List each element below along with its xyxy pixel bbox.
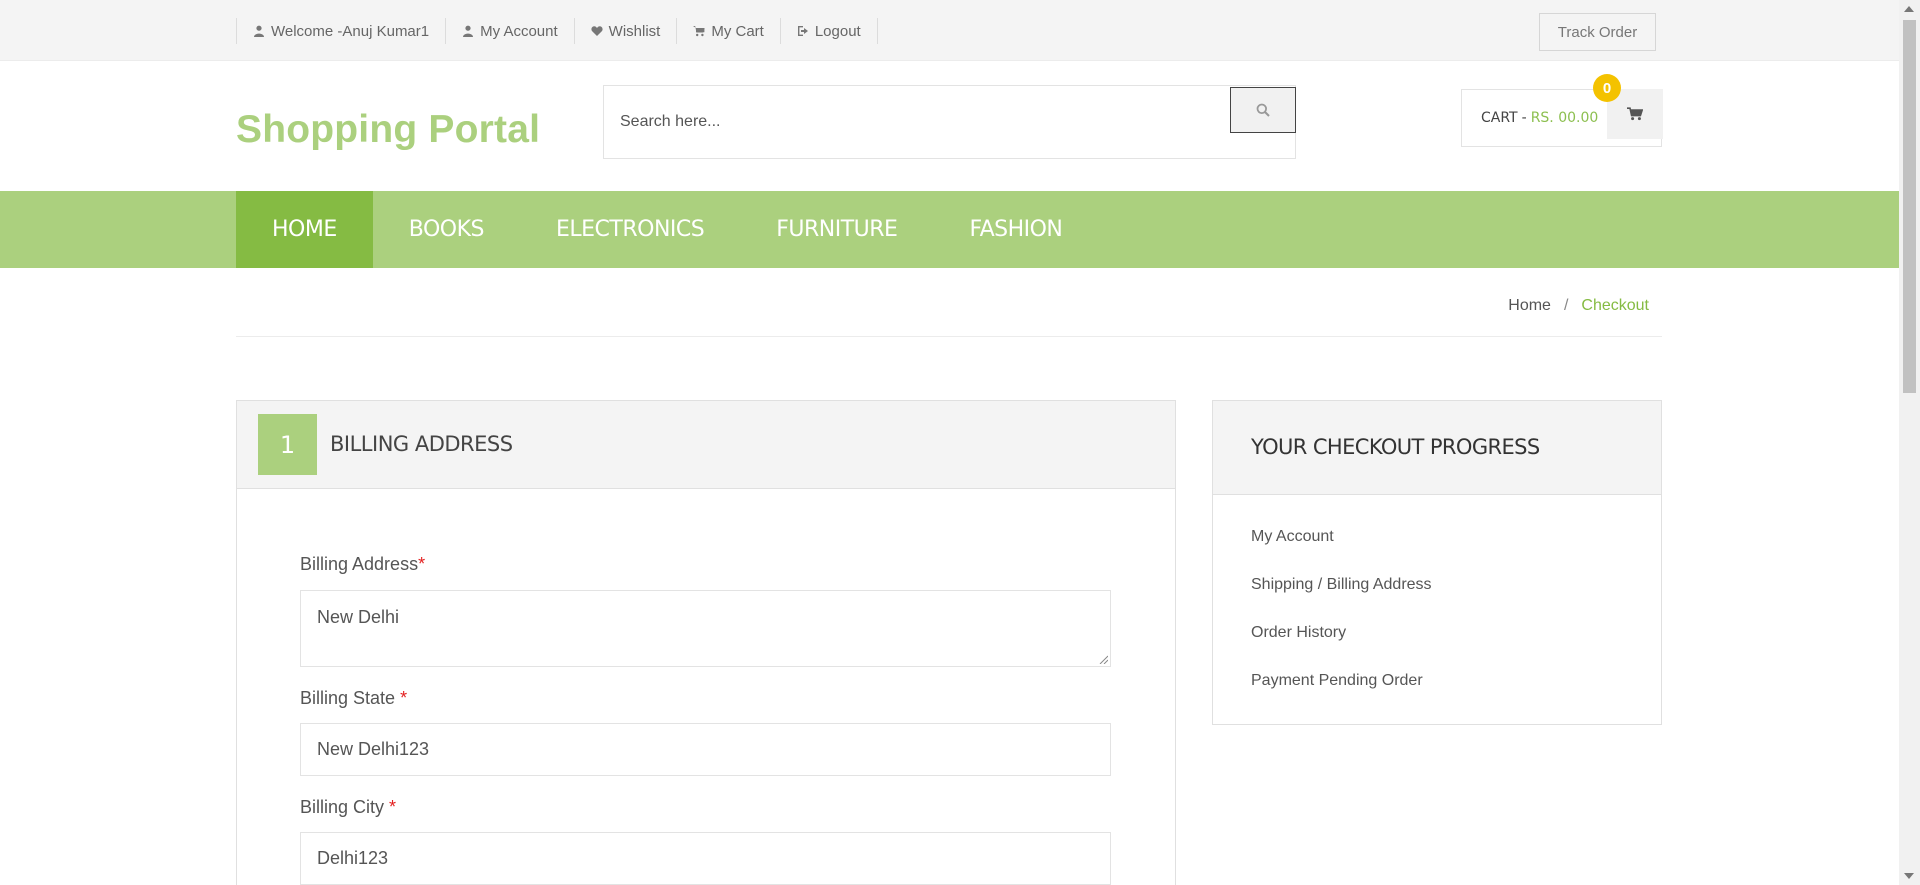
- wishlist-link[interactable]: Wishlist: [573, 18, 677, 44]
- required-marker: *: [418, 554, 426, 574]
- logout-link[interactable]: Logout: [779, 18, 878, 44]
- billing-address-value: New Delhi: [317, 607, 400, 627]
- progress-link-my-account[interactable]: My Account: [1251, 528, 1334, 546]
- search-box: [603, 85, 1296, 159]
- logout-icon: [797, 26, 808, 36]
- billing-city-value: Delhi123: [317, 848, 389, 868]
- billing-address-label: Billing Address*: [300, 554, 425, 575]
- my-account-link[interactable]: My Account: [445, 18, 574, 44]
- billing-city-input[interactable]: Delhi123: [300, 832, 1111, 885]
- user-icon: [463, 25, 474, 37]
- cart-icon: [1627, 107, 1643, 121]
- user-icon: [254, 25, 264, 37]
- checkout-progress-title: YOUR CHECKOUT PROGRESS: [1251, 435, 1540, 459]
- breadcrumb: Home / Checkout: [1508, 297, 1649, 315]
- top-links: Welcome -Anuj Kumar1 My Account Wishlist…: [236, 18, 878, 44]
- billing-state-value: New Delhi123: [317, 739, 430, 759]
- progress-link-shipping-billing[interactable]: Shipping / Billing Address: [1251, 576, 1432, 594]
- welcome-label: Welcome -Anuj Kumar1: [271, 22, 430, 40]
- billing-panel-header[interactable]: 1 BILLING ADDRESS: [237, 401, 1175, 489]
- top-bar: Welcome -Anuj Kumar1 My Account Wishlist…: [0, 0, 1899, 61]
- nav-item-home[interactable]: HOME: [236, 191, 373, 268]
- cart-count-badge: 0: [1593, 74, 1621, 102]
- scroll-up-icon[interactable]: [1904, 6, 1914, 12]
- welcome-link[interactable]: Welcome -Anuj Kumar1: [236, 18, 445, 44]
- breadcrumb-divider: [236, 336, 1662, 337]
- nav-item-fashion[interactable]: FASHION: [933, 191, 1098, 268]
- wishlist-label: Wishlist: [608, 22, 661, 40]
- logout-label: Logout: [814, 22, 861, 40]
- track-order-button[interactable]: Track Order: [1539, 13, 1656, 51]
- checkout-progress-header: YOUR CHECKOUT PROGRESS: [1213, 401, 1661, 495]
- my-cart-label: My Cart: [711, 22, 764, 40]
- breadcrumb-current: Checkout: [1581, 297, 1649, 314]
- billing-city-label: Billing City *: [300, 797, 396, 818]
- header-cart[interactable]: CART - RS. 00.00: [1461, 89, 1663, 147]
- site-logo[interactable]: Shopping Portal: [236, 108, 540, 152]
- billing-city-label-text: Billing City: [300, 797, 390, 817]
- resize-grip-icon[interactable]: [1099, 655, 1108, 664]
- billing-address-textarea[interactable]: New Delhi: [300, 590, 1111, 667]
- heart-icon: [591, 26, 603, 36]
- my-cart-link[interactable]: My Cart: [676, 18, 780, 44]
- search-button[interactable]: [1230, 87, 1296, 133]
- checkout-progress-panel: YOUR CHECKOUT PROGRESS My Account Shippi…: [1212, 400, 1662, 725]
- progress-link-payment-pending[interactable]: Payment Pending Order: [1251, 672, 1423, 690]
- required-marker: *: [400, 688, 408, 708]
- billing-state-label-text: Billing State: [300, 688, 401, 708]
- cart-icon: [693, 26, 705, 37]
- nav-item-electronics[interactable]: ELECTRONICS: [520, 191, 740, 268]
- search-icon: [1256, 103, 1270, 117]
- page-scrollbar[interactable]: [1899, 0, 1920, 885]
- my-account-label: My Account: [480, 22, 558, 40]
- search-input[interactable]: [604, 86, 1229, 158]
- billing-address-label-text: Billing Address: [300, 554, 419, 574]
- billing-state-label: Billing State *: [300, 688, 407, 709]
- step-number: 1: [258, 414, 317, 475]
- billing-title: BILLING ADDRESS: [330, 432, 513, 456]
- cart-price: RS. 00.00: [1530, 110, 1599, 126]
- billing-panel: 1 BILLING ADDRESS Billing Address* New D…: [236, 400, 1176, 885]
- cart-label: CART: [1481, 110, 1518, 126]
- cart-separator: -: [1521, 110, 1527, 126]
- nav-items: HOME BOOKS ELECTRONICS FURNITURE FASHION: [236, 191, 1098, 268]
- breadcrumb-home[interactable]: Home: [1508, 297, 1551, 315]
- billing-state-input[interactable]: New Delhi123: [300, 723, 1111, 776]
- breadcrumb-separator: /: [1563, 297, 1569, 314]
- progress-link-order-history[interactable]: Order History: [1251, 624, 1346, 642]
- nav-item-books[interactable]: BOOKS: [373, 191, 520, 268]
- required-marker: *: [389, 797, 397, 817]
- scroll-thumb[interactable]: [1903, 20, 1916, 393]
- scroll-down-icon[interactable]: [1904, 873, 1914, 879]
- main-nav: HOME BOOKS ELECTRONICS FURNITURE FASHION: [0, 191, 1899, 268]
- nav-item-furniture[interactable]: FURNITURE: [740, 191, 933, 268]
- cart-summary: CART - RS. 00.00: [1481, 90, 1598, 146]
